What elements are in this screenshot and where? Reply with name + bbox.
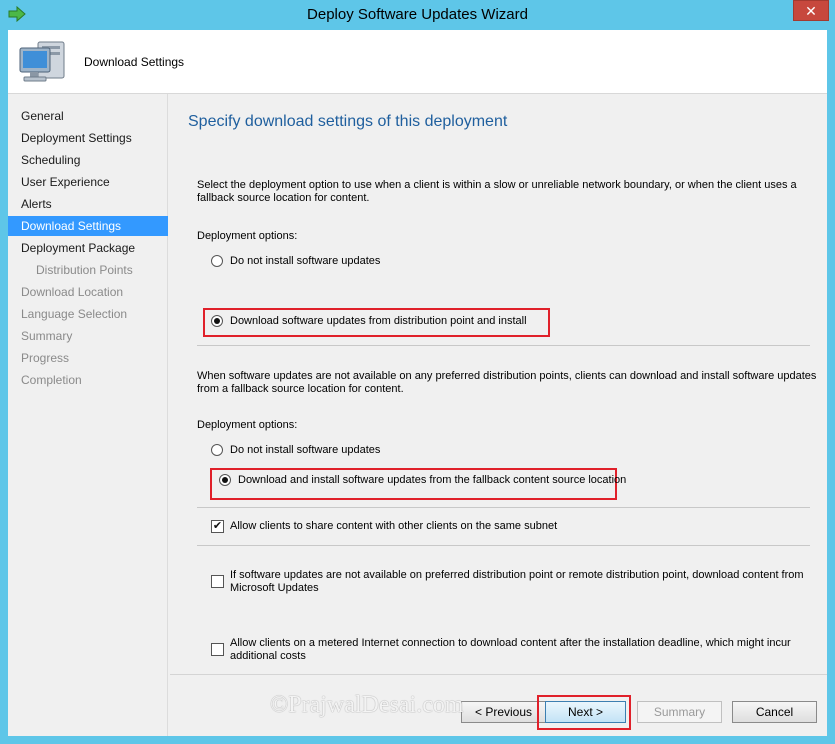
wizard-window: Deploy Software Updates Wizard ✕ Downloa… (0, 0, 835, 744)
header-title: Download Settings (84, 55, 185, 69)
previous-button[interactable]: < Previous (461, 701, 546, 723)
nav-item-general[interactable]: General (8, 106, 168, 126)
nav-item-progress: Progress (21, 351, 70, 365)
section1-description-line1: Select the deployment option to use when… (197, 179, 797, 191)
wizard-client-area: Download Settings General Deployment Set… (8, 30, 827, 736)
nav-item-completion: Completion (21, 373, 82, 387)
radio-s2-fallback[interactable] (219, 474, 231, 486)
radio-s1-no-install[interactable] (211, 255, 223, 267)
summary-button: Summary (637, 701, 722, 723)
radio-s1-no-install-label[interactable]: Do not install software updates (230, 255, 380, 268)
checkbox-microsoft-updates[interactable] (211, 575, 224, 588)
nav-item-user-experience[interactable]: User Experience (8, 172, 168, 192)
checkbox-microsoft-updates-label-line1[interactable]: If software updates are not available on… (230, 569, 804, 582)
nav-item-download-location: Download Location (21, 285, 124, 299)
wizard-footer: < Previous Next > Summary Cancel (170, 674, 827, 736)
nav-item-deployment-settings[interactable]: Deployment Settings (8, 128, 168, 148)
nav-item-distribution-points: Distribution Points (36, 263, 133, 277)
radio-s1-download-install-label[interactable]: Download software updates from distribut… (230, 315, 527, 328)
cancel-button[interactable]: Cancel (732, 701, 817, 723)
checkbox-microsoft-updates-label-line2[interactable]: Microsoft Updates (230, 582, 319, 595)
wizard-nav: General Deployment Settings Scheduling U… (8, 94, 168, 736)
radio-s2-no-install-label[interactable]: Do not install software updates (230, 444, 380, 457)
computer-icon (19, 41, 65, 82)
nav-item-summary: Summary (21, 329, 73, 343)
section1-description-line2: fallback source location for content. (197, 192, 370, 204)
wizard-header: Download Settings (8, 30, 827, 94)
close-button[interactable]: ✕ (793, 0, 829, 21)
title-bar[interactable]: Deploy Software Updates Wizard ✕ (0, 0, 835, 30)
wizard-content: Specify download settings of this deploy… (170, 94, 827, 736)
nav-item-language-selection: Language Selection (21, 307, 128, 321)
section2-description-line1: When software updates are not available … (197, 370, 817, 382)
checkbox-share-subnet[interactable]: ✔ (211, 520, 224, 533)
checkbox-metered[interactable] (211, 643, 224, 656)
radio-s1-download-install[interactable] (211, 315, 223, 327)
checkbox-metered-label-line1[interactable]: Allow clients on a metered Internet conn… (230, 637, 791, 650)
window-title: Deploy Software Updates Wizard (307, 6, 528, 23)
nav-item-deployment-package[interactable]: Deployment Package (8, 238, 168, 258)
section1-options-label: Deployment options: (197, 230, 298, 242)
radio-s2-no-install[interactable] (211, 444, 223, 456)
separator (197, 545, 810, 546)
separator (197, 507, 810, 508)
nav-item-download-settings[interactable]: Download Settings (8, 216, 168, 236)
checkbox-share-subnet-label[interactable]: Allow clients to share content with othe… (230, 520, 557, 533)
separator (197, 345, 810, 346)
next-button[interactable]: Next > (545, 701, 626, 723)
nav-item-alerts[interactable]: Alerts (8, 194, 168, 214)
radio-s2-fallback-label[interactable]: Download and install software updates fr… (238, 474, 626, 487)
page-title: Specify download settings of this deploy… (188, 113, 508, 130)
nav-item-scheduling[interactable]: Scheduling (8, 150, 168, 170)
checkbox-metered-label-line2[interactable]: additional costs (230, 650, 306, 663)
section2-description-line2: from a fallback source location for cont… (197, 383, 404, 395)
section2-options-label: Deployment options: (197, 419, 298, 431)
